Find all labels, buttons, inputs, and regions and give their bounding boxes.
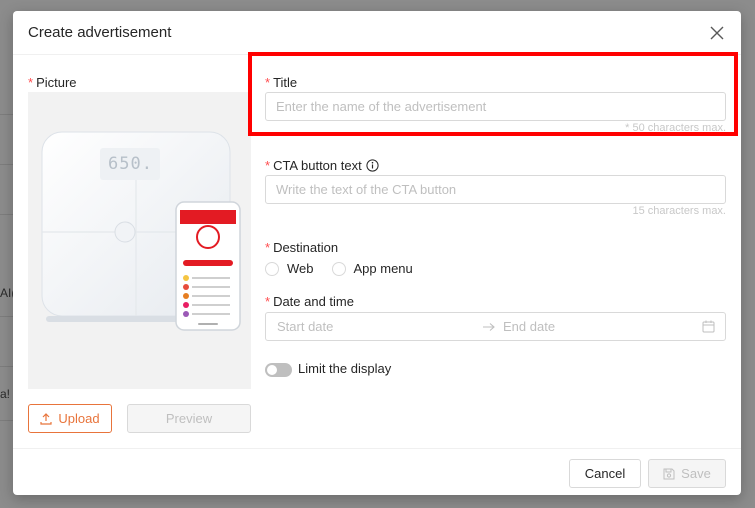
date-range-picker[interactable]: Start date End date xyxy=(265,312,726,341)
start-date-input[interactable]: Start date xyxy=(277,319,333,334)
modal-footer: Cancel Save xyxy=(13,448,741,496)
picture-label: * Picture xyxy=(28,75,77,90)
save-label: Save xyxy=(681,466,711,481)
scale-display-reading: 650. xyxy=(108,154,153,174)
background-divider xyxy=(0,316,14,317)
destination-option-web[interactable]: Web xyxy=(265,261,314,276)
background-text: a! xyxy=(0,387,11,401)
upload-label: Upload xyxy=(58,411,100,426)
upload-button[interactable]: Upload xyxy=(28,404,112,433)
background-text: AI( xyxy=(0,286,14,300)
title-hint: * 50 characters max. xyxy=(625,122,726,134)
destination-options: Web App menu xyxy=(265,261,413,276)
switch-knob xyxy=(267,365,277,375)
radio-web[interactable] xyxy=(265,261,279,276)
destination-label: * Destination xyxy=(265,240,338,255)
preview-button[interactable]: Preview xyxy=(127,404,251,433)
close-button[interactable] xyxy=(707,23,727,43)
cancel-label: Cancel xyxy=(584,466,626,481)
radio-web-label: Web xyxy=(287,261,314,276)
datetime-label-text: Date and time xyxy=(273,294,354,309)
arrow-right-icon xyxy=(483,323,495,331)
limit-display-switch[interactable] xyxy=(265,363,292,377)
background-divider xyxy=(0,420,14,421)
product-image xyxy=(41,131,241,331)
destination-option-app-menu[interactable]: App menu xyxy=(331,261,413,276)
cta-label: * CTA button text xyxy=(265,158,379,173)
required-mark: * xyxy=(28,75,34,90)
modal-header: Create advertisement xyxy=(13,11,741,55)
radio-app-menu-label: App menu xyxy=(353,261,413,276)
datetime-label: * Date and time xyxy=(265,294,354,309)
background-divider xyxy=(0,366,14,367)
required-mark: * xyxy=(265,75,271,90)
picture-label-text: Picture xyxy=(36,75,77,90)
preview-label: Preview xyxy=(165,411,213,426)
save-icon xyxy=(663,468,675,479)
cta-hint: 15 characters max. xyxy=(632,205,726,217)
title-label-text: Title xyxy=(273,75,298,90)
required-mark: * xyxy=(265,294,271,309)
background-divider xyxy=(0,114,14,115)
picture-preview: 650. xyxy=(28,92,251,389)
background-divider xyxy=(0,214,14,215)
cta-input[interactable] xyxy=(265,175,726,204)
end-date-input[interactable]: End date xyxy=(503,319,555,334)
save-button[interactable]: Save xyxy=(648,459,726,488)
upload-icon xyxy=(40,412,52,425)
limit-display-label: Limit the display xyxy=(298,361,392,376)
required-mark: * xyxy=(265,240,271,255)
cta-label-text: CTA button text xyxy=(273,158,362,173)
create-advertisement-modal: Create advertisement * Picture 650. Uplo… xyxy=(13,11,741,495)
background-divider xyxy=(0,164,14,165)
modal-title: Create advertisement xyxy=(28,24,172,41)
calendar-icon xyxy=(702,320,715,333)
title-label: * Title xyxy=(265,75,297,90)
destination-label-text: Destination xyxy=(273,240,339,255)
required-mark: * xyxy=(265,158,271,173)
close-icon xyxy=(710,26,724,40)
info-icon[interactable] xyxy=(366,159,379,172)
title-input[interactable] xyxy=(265,92,726,121)
cancel-button[interactable]: Cancel xyxy=(569,459,641,488)
radio-app-menu[interactable] xyxy=(331,261,346,276)
